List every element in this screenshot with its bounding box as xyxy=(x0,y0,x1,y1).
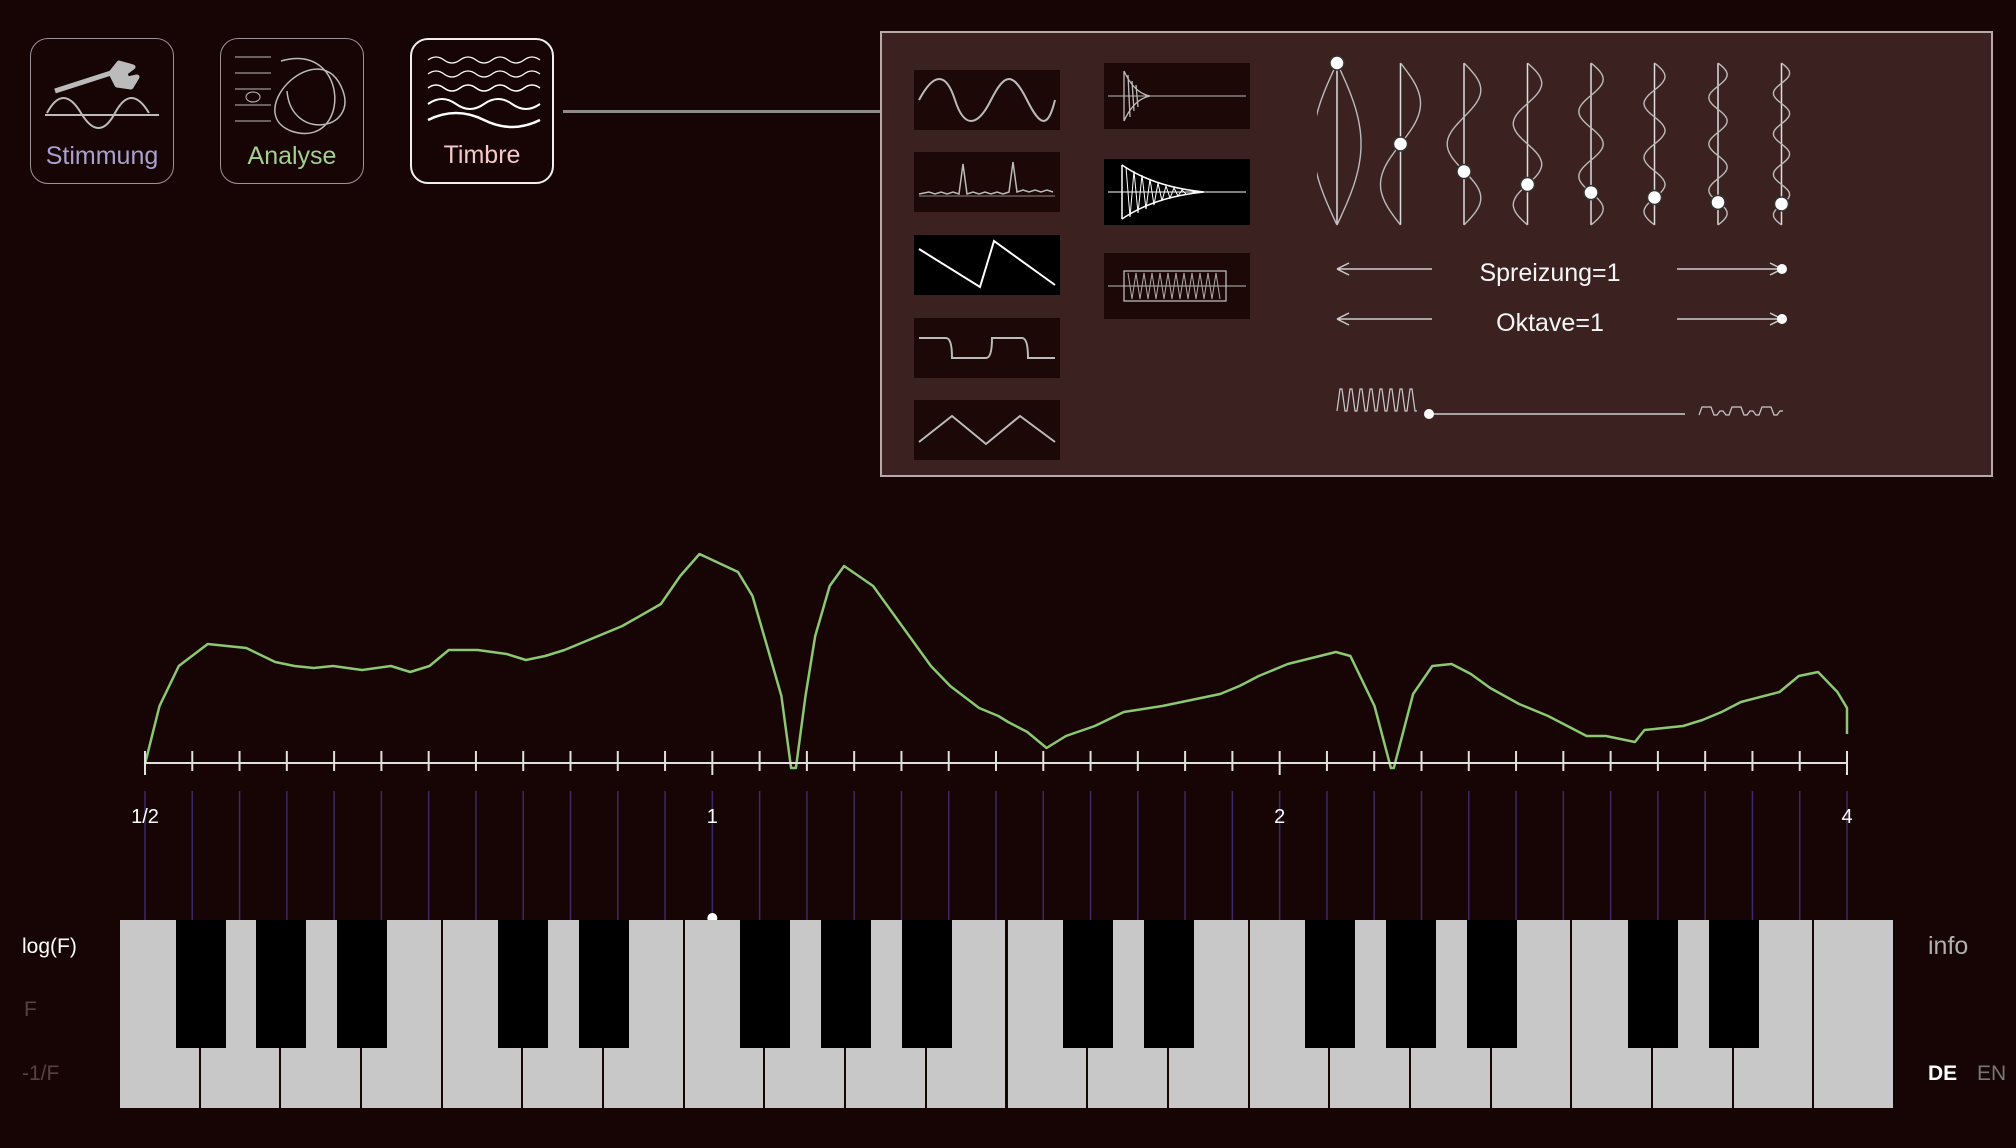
partial-3[interactable] xyxy=(1446,62,1482,226)
pulse-train-wave-button[interactable] xyxy=(914,152,1060,212)
scale-f-option[interactable]: F xyxy=(24,998,37,1022)
black-key[interactable] xyxy=(1627,920,1678,1048)
language-de[interactable]: DE xyxy=(1928,1062,1957,1086)
black-key[interactable] xyxy=(1466,920,1517,1048)
long-decay-envelope-button[interactable] xyxy=(1104,159,1250,225)
black-key[interactable] xyxy=(579,920,630,1048)
dissonance-graph: 1/2 1 2 4 xyxy=(131,552,1853,920)
black-key[interactable] xyxy=(175,920,226,1048)
partial-1[interactable] xyxy=(1317,55,1362,226)
tab-label: Analyse xyxy=(247,142,337,170)
axis-label: 1 xyxy=(707,806,718,828)
partial-handle[interactable] xyxy=(1456,163,1472,180)
piano-keyboard[interactable] xyxy=(120,920,1895,1108)
info-link[interactable]: info xyxy=(1928,932,1968,961)
partial-handle[interactable] xyxy=(1646,189,1663,206)
spread-label: Spreizung=1 xyxy=(1479,259,1621,287)
tab-analyse[interactable]: Analyse xyxy=(220,38,364,184)
scale-log-option[interactable]: log(F) xyxy=(22,935,77,959)
black-key[interactable] xyxy=(337,920,388,1048)
timbre-panel: Spreizung=1 Oktave=1 xyxy=(880,31,1993,477)
square-wave-button[interactable] xyxy=(914,318,1060,378)
black-key[interactable] xyxy=(1385,920,1436,1048)
triangle-wave-icon xyxy=(918,414,1056,446)
triangle-wave-button[interactable] xyxy=(914,400,1060,460)
sawtooth-wave-icon xyxy=(918,239,1056,289)
black-key[interactable] xyxy=(498,920,549,1048)
octave-label: Oktave=1 xyxy=(1496,309,1604,337)
partial-6[interactable] xyxy=(1643,62,1666,226)
tab-timbre[interactable]: Timbre xyxy=(410,38,554,184)
partial-handle[interactable] xyxy=(1392,136,1409,152)
white-key[interactable] xyxy=(1814,920,1895,1108)
axis-label: 4 xyxy=(1841,806,1852,828)
axis-label: 2 xyxy=(1274,806,1285,828)
black-key[interactable] xyxy=(821,920,872,1048)
partial-2[interactable] xyxy=(1379,62,1422,226)
tab-label: Timbre xyxy=(443,141,521,169)
tab-connector xyxy=(563,110,880,113)
black-key[interactable] xyxy=(1143,920,1194,1048)
black-key[interactable] xyxy=(1305,920,1356,1048)
language-en[interactable]: EN xyxy=(1977,1062,2006,1086)
root-marker[interactable] xyxy=(707,913,718,920)
inharmonicity-slider[interactable] xyxy=(1336,388,1783,419)
partial-4[interactable] xyxy=(1512,62,1543,226)
partial-5[interactable] xyxy=(1578,62,1604,226)
partial-handle[interactable] xyxy=(1710,194,1726,211)
tab-label: Stimmung xyxy=(45,142,159,170)
partial-handle[interactable] xyxy=(1583,184,1599,201)
long-decay-envelope-icon xyxy=(1108,164,1246,220)
partial-handle[interactable] xyxy=(1773,196,1790,212)
partial-handle[interactable] xyxy=(1519,176,1536,193)
dissonance-curve xyxy=(143,552,1849,770)
black-key[interactable] xyxy=(901,920,952,1048)
sine-wave-icon xyxy=(918,78,1056,122)
partial-7[interactable] xyxy=(1708,62,1728,226)
pulse-train-wave-icon xyxy=(918,161,1055,197)
sawtooth-wave-button[interactable] xyxy=(914,235,1060,295)
lissajous-icon xyxy=(235,56,346,135)
black-key[interactable] xyxy=(256,920,307,1048)
short-decay-envelope-button[interactable] xyxy=(1104,63,1250,129)
sustain-envelope-icon xyxy=(1108,270,1246,302)
partial-8[interactable] xyxy=(1772,62,1791,226)
sustain-envelope-button[interactable] xyxy=(1104,253,1250,319)
black-key[interactable] xyxy=(1063,920,1114,1048)
waves-icon xyxy=(427,56,541,129)
tab-stimmung[interactable]: Stimmung xyxy=(30,38,174,184)
partial-handle[interactable] xyxy=(1329,55,1345,71)
partials-editor[interactable] xyxy=(1317,33,1797,453)
square-wave-icon xyxy=(919,337,1055,359)
sine-wave-button[interactable] xyxy=(914,70,1060,130)
short-decay-envelope-icon xyxy=(1108,70,1246,122)
black-key[interactable] xyxy=(740,920,791,1048)
axis-label: 1/2 xyxy=(131,806,159,828)
wrench-wave-icon xyxy=(45,60,159,129)
scale-inverse-option[interactable]: -1/F xyxy=(22,1062,59,1086)
black-key[interactable] xyxy=(1708,920,1759,1048)
